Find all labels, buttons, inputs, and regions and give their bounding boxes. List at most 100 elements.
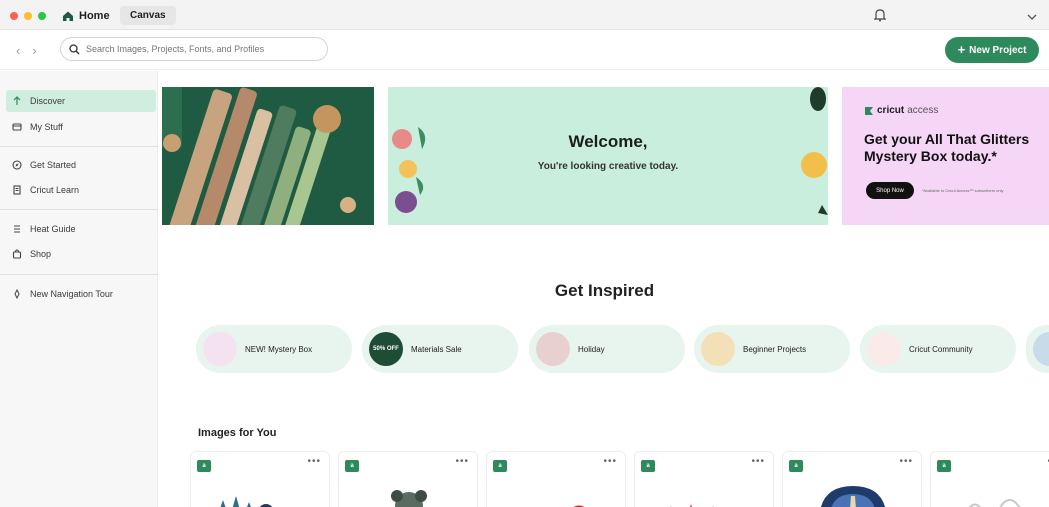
welcome-banner: Welcome, You're looking creative today. [388,87,828,225]
chip-mystery-box[interactable]: NEW! Mystery Box [196,325,352,373]
sidebar-item-label: Discover [30,96,66,106]
history-nav: ‹ › [16,43,37,58]
chip-label: Materials Sale [411,344,462,354]
access-promo-banner[interactable]: cricut access Get your All That Glitters… [842,87,1049,225]
notification-button[interactable] [873,8,887,27]
search-icon [69,43,80,54]
more-options-icon[interactable]: ••• [603,456,617,467]
more-options-icon[interactable]: ••• [307,456,321,467]
tab-home-label: Home [79,10,110,22]
sidebar-divider [0,274,158,275]
access-word-text: access [907,105,939,116]
sidebar-item-my-stuff[interactable]: My Stuff [6,116,156,138]
more-options-icon[interactable]: ••• [751,456,765,467]
welcome-title: Welcome, [568,132,648,151]
mystery-box-thumbnail [203,332,237,366]
floral-decoration-left [392,127,426,213]
floral-decoration-right [801,87,828,215]
tab-canvas[interactable]: Canvas [120,6,176,25]
sale-thumbnail: 50% OFF [369,332,403,366]
chip-beginner-projects[interactable]: Beginner Projects [694,325,850,373]
more-options-icon[interactable]: ••• [455,456,469,467]
plus-icon: + [957,42,966,57]
search-input[interactable] [86,44,316,54]
community-thumbnail [867,332,901,366]
promo-fine-print: *Available to Cricut Access™ subscribers… [922,188,1004,193]
chip-partial[interactable] [1026,325,1049,373]
get-inspired-title: Get Inspired [554,281,655,300]
close-window-button[interactable] [10,12,18,20]
access-badge: a [789,460,803,472]
promo-headline: Get your All That Glitters Mystery Box t… [864,131,1030,164]
image-card[interactable]: a ••• [634,451,774,507]
more-options-icon[interactable]: ••• [899,456,913,467]
chip-label: Beginner Projects [743,344,807,354]
chip-label: NEW! Mystery Box [245,344,313,354]
chip-cricut-community[interactable]: Cricut Community [860,325,1016,373]
sidebar-item-get-started[interactable]: Get Started [6,154,156,176]
welcome-subtitle: You're looking creative today. [537,161,679,172]
toolbar: ‹ › + New Project [0,30,1049,70]
foil-rolls-banner[interactable] [162,87,374,225]
access-brand-text: cricut [877,105,905,116]
chip-label: Cricut Community [909,344,973,354]
sidebar-item-cricut-learn[interactable]: Cricut Learn [6,179,156,201]
ornament-image [391,490,427,507]
sidebar-item-discover[interactable]: Discover [6,90,156,112]
new-project-button[interactable]: + New Project [945,37,1039,63]
folder-icon [12,123,22,131]
back-arrow-icon[interactable]: ‹ [16,43,20,58]
sidebar-item-label: Cricut Learn [30,185,80,195]
forward-arrow-icon[interactable]: › [32,43,36,58]
image-card[interactable]: a ••• [486,451,626,507]
image-card[interactable]: a ••• [338,451,478,507]
access-badge: a [641,460,655,472]
partial-chip-thumbnail [1033,332,1049,366]
sidebar-item-label: Get Started [30,160,77,170]
sidebar-item-shop[interactable]: Shop [6,243,156,265]
cricut-access-logo: cricut access [864,105,938,116]
sidebar-item-heat-guide[interactable]: Heat Guide [6,218,156,240]
compass-icon [12,160,22,170]
bell-icon [873,9,887,22]
access-badge: a [937,460,951,472]
sidebar-item-navigation-tour[interactable]: New Navigation Tour [6,283,156,305]
chevron-down-icon [1027,14,1037,20]
image-card[interactable]: a ••• [190,451,330,507]
script-lettering-image [968,499,1021,507]
minimize-window-button[interactable] [24,12,32,20]
bag-icon [12,249,22,259]
home-icon [63,11,73,21]
shop-now-button[interactable]: Shop Now [866,182,914,199]
tour-icon [14,289,20,299]
beginner-thumbnail [701,332,735,366]
search-box[interactable] [60,37,328,61]
chip-holiday[interactable]: Holiday [529,325,685,373]
window-controls [10,12,46,20]
sidebar-divider [0,209,158,210]
maximize-window-button[interactable] [38,12,46,20]
gnomes-image [670,504,714,507]
access-logo-icon [865,106,873,115]
title-bar: Home Canvas [0,0,1049,30]
chip-materials-sale[interactable]: 50% OFF Materials Sale [362,325,518,373]
access-badge: a [197,460,211,472]
heat-icon [14,225,20,233]
sidebar-item-label: My Stuff [30,122,63,132]
book-icon [13,185,21,195]
image-card[interactable]: a ••• [930,451,1049,507]
holiday-thumbnail [536,332,570,366]
church-window-image [820,486,886,507]
sidebar-divider [0,146,158,147]
access-badge: a [345,460,359,472]
discover-icon [13,96,21,105]
main-content: Welcome, You're looking creative today. … [160,71,1049,507]
foil-rolls-image [162,87,374,225]
red-lettering-image [573,505,585,507]
pine-trees-image [220,496,273,507]
image-card[interactable]: a ••• [782,451,922,507]
tab-home[interactable]: Home [62,7,110,25]
account-menu-button[interactable] [1026,9,1038,27]
chip-label: Holiday [578,344,605,354]
sidebar-item-label: Shop [30,249,52,259]
